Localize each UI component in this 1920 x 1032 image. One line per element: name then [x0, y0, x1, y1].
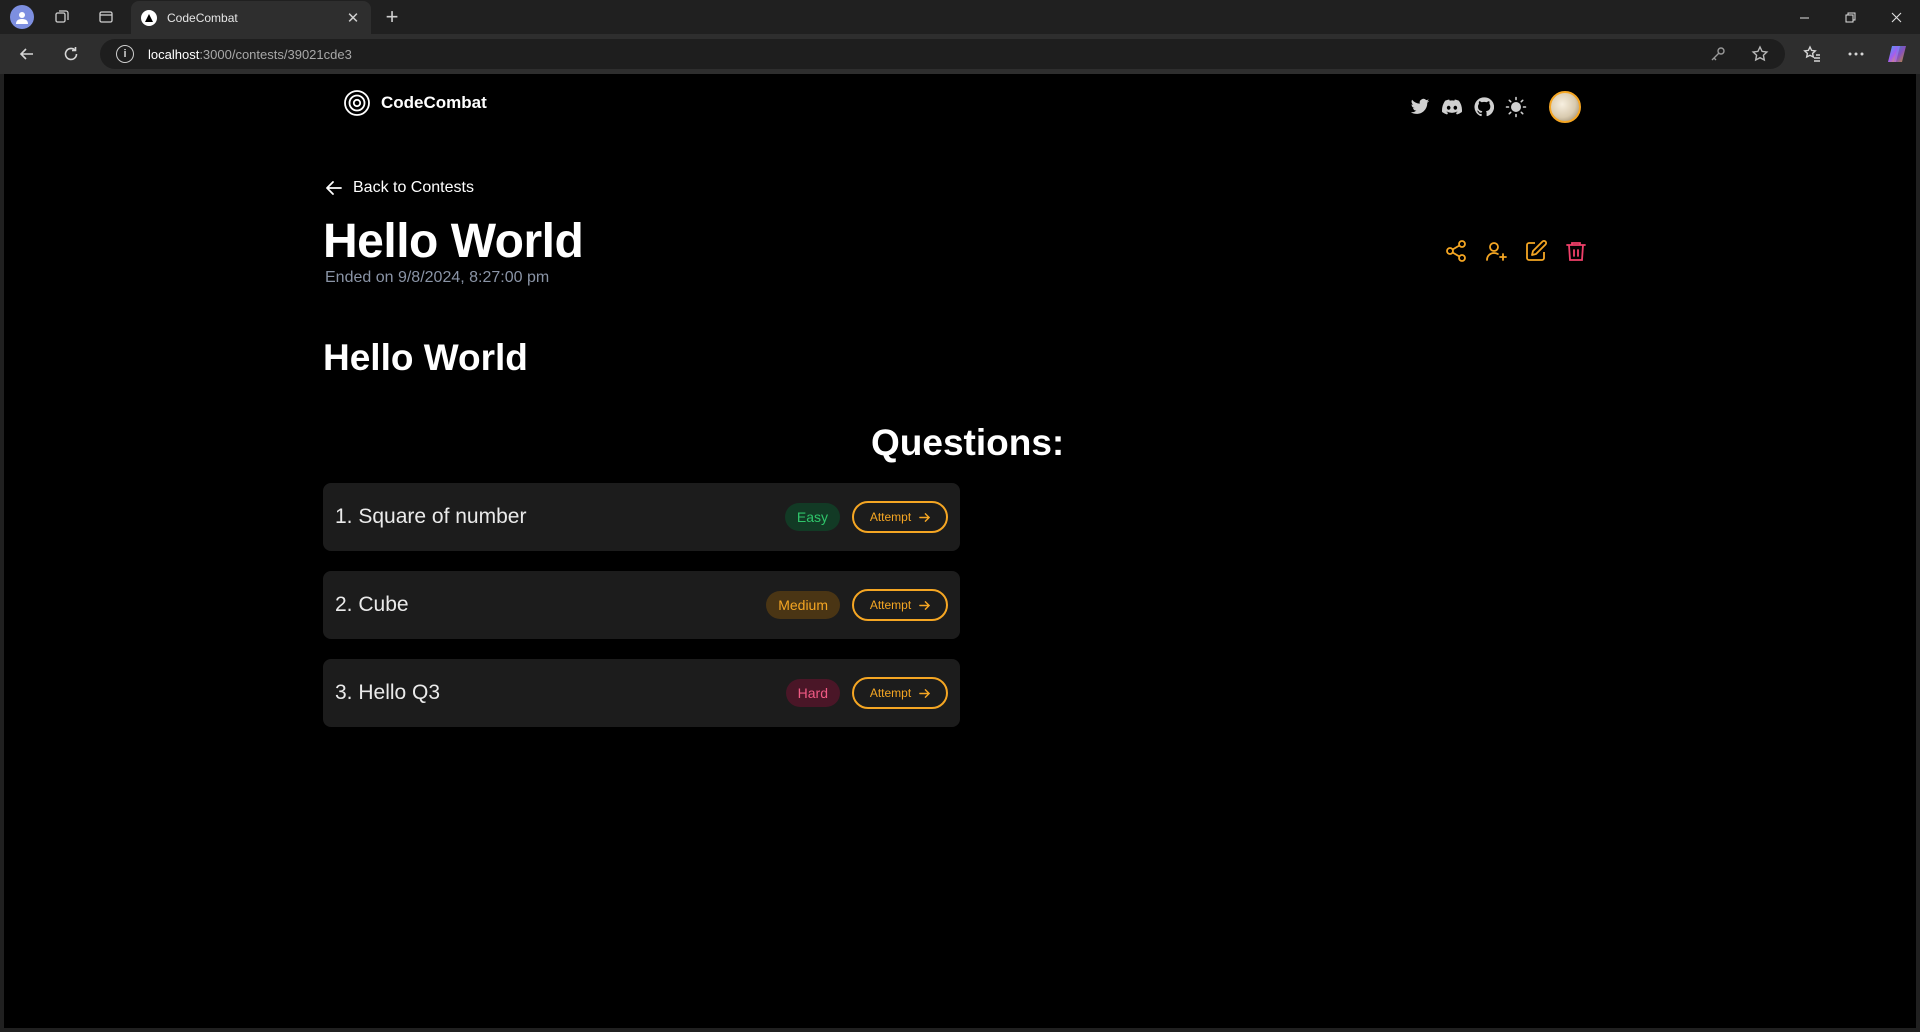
favorites-icon[interactable]: [1797, 40, 1827, 68]
questions-heading: Questions:: [871, 422, 1065, 463]
contest-description: Hello World: [323, 337, 528, 378]
question-title: 1. Square of number: [335, 505, 527, 528]
url-path: :3000/contests/39021cde3: [199, 46, 352, 62]
site-favicon-icon: [141, 9, 157, 26]
tab-title: CodeCombat: [167, 10, 238, 25]
brand-name: CodeCombat: [381, 93, 487, 112]
tab-actions-icon[interactable]: [94, 0, 118, 34]
new-tab-icon[interactable]: +: [380, 0, 404, 34]
question-card: 3. Hello Q3 Hard Attempt: [323, 659, 960, 727]
address-bar-row: i localhost:3000/contests/39021cde3: [0, 34, 1920, 74]
question-card: 1. Square of number Easy Attempt: [323, 483, 960, 551]
theme-toggle-sun-icon[interactable]: [1505, 96, 1527, 118]
back-nav-icon[interactable]: [12, 40, 42, 68]
delete-trash-icon[interactable]: [1562, 237, 1590, 265]
browser-tab-bar: CodeCombat ✕ +: [0, 0, 1920, 34]
discord-icon[interactable]: [1441, 96, 1463, 118]
site-header: CodeCombat: [4, 74, 1916, 138]
close-window-icon[interactable]: [1873, 0, 1919, 34]
back-to-contests-link[interactable]: Back to Contests: [325, 179, 474, 197]
browser-tab[interactable]: CodeCombat ✕: [131, 1, 371, 34]
question-title: 2. Cube: [335, 593, 409, 616]
refresh-icon[interactable]: [56, 40, 86, 68]
contest-ended-date: Ended on 9/8/2024, 8:27:00 pm: [325, 269, 550, 286]
favorite-star-icon[interactable]: [1751, 45, 1769, 63]
back-label: Back to Contests: [353, 179, 474, 196]
minimize-icon[interactable]: [1781, 0, 1827, 34]
codecombat-logo-icon: [343, 89, 371, 117]
question-card: 2. Cube Medium Attempt: [323, 571, 960, 639]
page-viewport: CodeCombat Back to Contests Hello World …: [4, 74, 1916, 1028]
share-icon[interactable]: [1442, 237, 1470, 265]
edit-icon[interactable]: [1522, 237, 1550, 265]
attempt-button[interactable]: Attempt: [852, 677, 948, 709]
arrow-right-icon: [919, 600, 931, 610]
difficulty-badge: Easy: [784, 503, 840, 531]
arrow-right-icon: [919, 512, 931, 522]
difficulty-badge: Medium: [766, 591, 840, 619]
profile-icon: [10, 5, 34, 29]
close-tab-icon[interactable]: ✕: [345, 9, 361, 27]
attempt-label: Attempt: [869, 686, 912, 700]
brand-link[interactable]: CodeCombat: [343, 89, 487, 117]
difficulty-badge: Hard: [785, 679, 840, 707]
attempt-label: Attempt: [869, 598, 912, 612]
more-menu-icon[interactable]: [1841, 40, 1871, 68]
url-host: localhost: [148, 46, 200, 62]
copilot-icon[interactable]: [1882, 40, 1912, 68]
github-icon[interactable]: [1473, 96, 1495, 118]
password-key-icon[interactable]: [1709, 45, 1727, 63]
workspaces-icon[interactable]: [50, 0, 74, 34]
question-title: 3. Hello Q3: [335, 681, 441, 704]
attempt-button[interactable]: Attempt: [852, 501, 948, 533]
restore-icon[interactable]: [1827, 0, 1873, 34]
twitter-icon[interactable]: [1409, 96, 1431, 118]
arrow-left-icon: [326, 181, 342, 195]
arrow-right-icon: [919, 688, 931, 698]
add-user-icon[interactable]: [1482, 237, 1510, 265]
question-list: 1. Square of number Easy Attempt 2. Cube…: [323, 483, 960, 747]
site-info-icon[interactable]: i: [116, 45, 134, 63]
attempt-button[interactable]: Attempt: [852, 589, 948, 621]
attempt-label: Attempt: [869, 510, 912, 524]
profile-button[interactable]: [8, 0, 36, 34]
contest-title: Hello World: [323, 215, 584, 268]
user-avatar[interactable]: [1549, 91, 1581, 123]
url-field[interactable]: i localhost:3000/contests/39021cde3: [100, 39, 1785, 69]
